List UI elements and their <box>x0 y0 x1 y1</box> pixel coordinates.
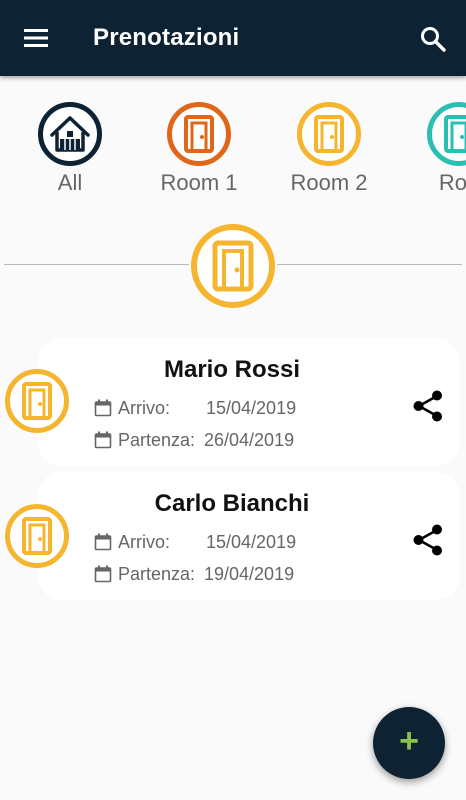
room-filter-label: Room 1 <box>160 170 238 195</box>
calendar-icon <box>94 533 112 551</box>
room-filter-label: All <box>57 170 83 195</box>
calendar-icon <box>94 399 112 417</box>
door-icon <box>297 102 361 166</box>
room-filter-label: Room 2 <box>290 170 368 195</box>
room-filter-room-3[interactable]: Roo <box>399 96 466 206</box>
door-icon <box>5 504 69 568</box>
share-icon <box>413 524 442 556</box>
add-booking-button[interactable]: + <box>373 707 445 779</box>
add-icon: + <box>399 722 419 760</box>
search-button[interactable] <box>418 24 448 54</box>
room-filter-strip: All Room 1 Room 2 Roo <box>0 96 466 206</box>
door-icon <box>191 224 275 308</box>
room-filter-label: Roo <box>438 170 466 195</box>
share-button[interactable] <box>410 388 446 424</box>
menu-icon <box>24 29 48 47</box>
arrival-date: 15/04/2019 <box>206 532 297 552</box>
guest-name: Mario Rossi <box>163 356 301 383</box>
guest-name: Carlo Bianchi <box>154 490 310 517</box>
menu-button[interactable] <box>22 26 50 50</box>
share-button[interactable] <box>410 522 446 558</box>
departure-date: 26/04/2019 <box>204 430 295 450</box>
door-icon <box>167 102 231 166</box>
room-filter-room-2[interactable]: Room 2 <box>269 96 389 206</box>
search-icon <box>421 27 446 52</box>
booking-card[interactable]: Mario Rossi Arrivo: 15/04/2019 Partenza:… <box>38 338 460 466</box>
departure-label: Partenza: <box>118 430 196 450</box>
arrival-label: Arrivo: <box>118 532 171 552</box>
departure-label: Partenza: <box>118 564 196 584</box>
room-filter-all[interactable]: All <box>10 96 130 206</box>
departure-date: 19/04/2019 <box>204 564 295 584</box>
page-title: Prenotazioni <box>93 24 240 51</box>
calendar-icon <box>94 565 112 583</box>
room-filter-room-1[interactable]: Room 1 <box>139 96 259 206</box>
home-icon <box>38 102 102 166</box>
calendar-icon <box>94 431 112 449</box>
arrival-date: 15/04/2019 <box>206 398 297 418</box>
booking-card[interactable]: Carlo Bianchi Arrivo: 15/04/2019 Partenz… <box>38 472 460 600</box>
app-bar: Prenotazioni <box>0 0 466 76</box>
selected-room-indicator <box>189 222 277 310</box>
share-icon <box>413 390 442 422</box>
door-icon <box>427 102 466 166</box>
door-icon <box>5 369 69 433</box>
arrival-label: Arrivo: <box>118 398 171 418</box>
